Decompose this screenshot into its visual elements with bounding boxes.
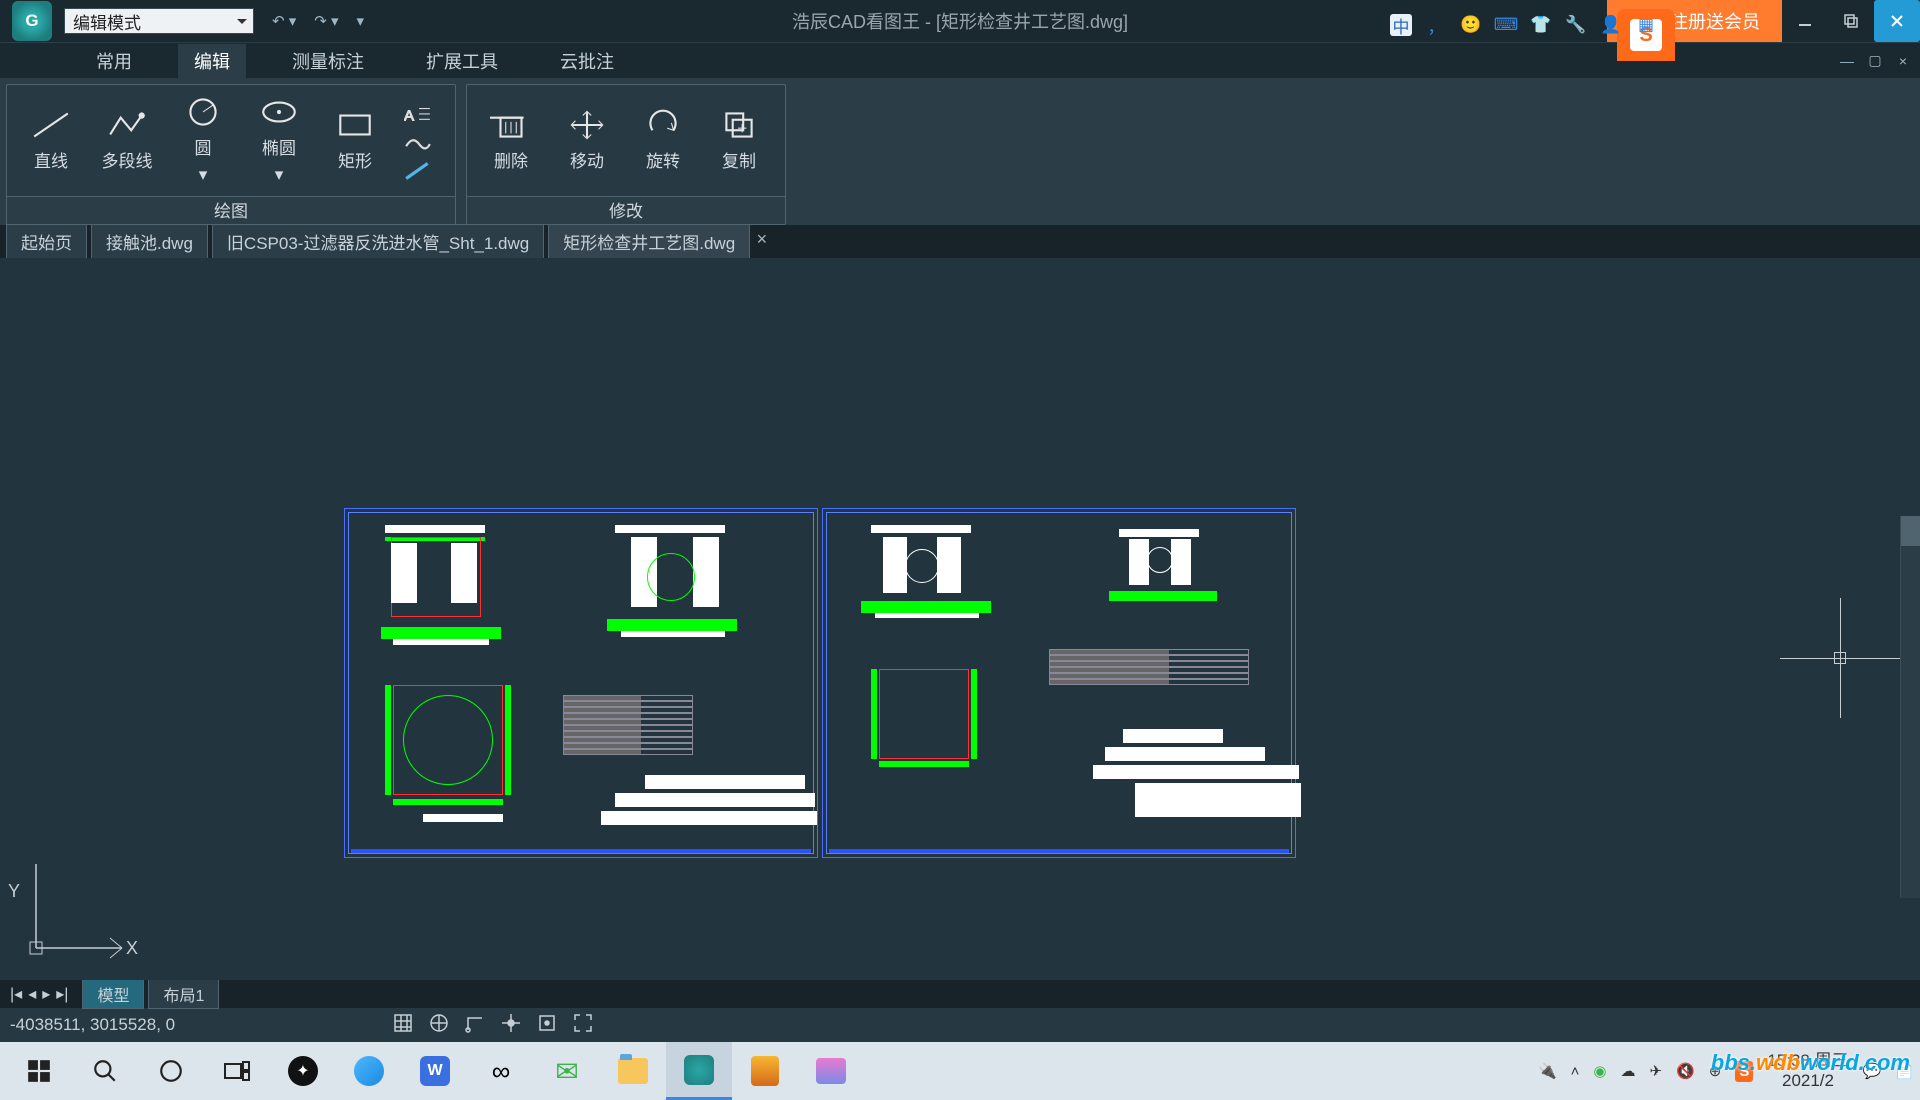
- ucs-x-label: X: [126, 938, 138, 958]
- ucs-icon: X: [22, 852, 142, 962]
- ucs-y-label: Y: [8, 881, 20, 902]
- tab-cloud[interactable]: 云批注: [544, 44, 630, 78]
- tray-user-icon[interactable]: 👤: [1600, 14, 1622, 36]
- doctab-3[interactable]: 矩形检查井工艺图.dwg: [548, 224, 750, 258]
- watermark: bbs.wdbworld.com: [1711, 1050, 1910, 1076]
- tray-usb-icon[interactable]: 🔌: [1538, 1062, 1557, 1080]
- ime-lang[interactable]: 中: [1390, 14, 1412, 36]
- document-tabs: 起始页 接触池.dwg 旧CSP03-过滤器反洗进水管_Sht_1.dwg 矩形…: [0, 226, 1920, 258]
- undo-button[interactable]: ↶ ▾: [272, 12, 296, 30]
- ribbon-minimize-icon[interactable]: —: [1836, 52, 1858, 70]
- tray-airplane-icon[interactable]: ✈: [1649, 1062, 1662, 1080]
- taskbar-app-wps[interactable]: W: [402, 1042, 468, 1100]
- fullscreen-toggle[interactable]: [572, 1012, 594, 1039]
- vertical-scrollbar[interactable]: [1900, 516, 1920, 898]
- tab-measure[interactable]: 测量标注: [276, 44, 380, 78]
- tray-grid-icon[interactable]: ▦: [1635, 14, 1657, 36]
- tool-move[interactable]: 移动: [549, 109, 625, 172]
- ribbon-close-icon[interactable]: ×: [1892, 52, 1914, 70]
- redo-button[interactable]: ↷ ▾: [314, 12, 338, 30]
- mode-combobox[interactable]: 编辑模式: [64, 8, 254, 34]
- status-bar: -4038511, 3015528, 0: [0, 1008, 1920, 1042]
- taskbar-app-gstarcad[interactable]: [666, 1042, 732, 1100]
- layout-nav-next[interactable]: ▸: [42, 984, 50, 1004]
- tool-circle[interactable]: 圆 ▾: [165, 96, 241, 185]
- minimize-button[interactable]: [1782, 0, 1828, 42]
- panel-modify-title: 修改: [467, 196, 785, 224]
- tray-tool-icon[interactable]: 🔧: [1565, 14, 1587, 36]
- polar-toggle[interactable]: [500, 1012, 522, 1039]
- drawing-table-1: [563, 695, 693, 755]
- tool-rect[interactable]: 矩形: [317, 109, 393, 172]
- panel-draw: 直线 多段线 圆 ▾ 椭圆 ▾ 矩形 A 绘图: [6, 84, 456, 225]
- taskbar-app-explorer[interactable]: [600, 1042, 666, 1100]
- drawing-canvas[interactable]: Y X: [0, 258, 1920, 980]
- tool-copy[interactable]: 复制: [701, 109, 777, 172]
- tab-home[interactable]: 常用: [80, 44, 148, 78]
- tool-extra[interactable]: A: [393, 101, 443, 181]
- layout-nav-first[interactable]: |◂: [10, 984, 22, 1004]
- svg-text:A: A: [404, 107, 415, 124]
- taskbar-app-wechat[interactable]: ✉: [534, 1042, 600, 1100]
- app-icon: G: [12, 1, 52, 41]
- doctab-start[interactable]: 起始页: [6, 224, 87, 258]
- drawing-sheet-2: [822, 508, 1296, 858]
- panel-modify: 删除 移动 旋转 复制 修改: [466, 84, 786, 225]
- taskbar-app-baidu[interactable]: ∞: [468, 1042, 534, 1100]
- windows-taskbar: ✦ W ∞ ✉ 🔌 ˄ ◉ ☁ ✈ 🔇 ⊕ S 15:38 周三 2021/2 …: [0, 1042, 1920, 1100]
- start-button[interactable]: [6, 1042, 72, 1100]
- window-title: 浩辰CAD看图王 - [矩形检查井工艺图.dwg]: [792, 8, 1128, 34]
- tray-overflow-icon[interactable]: ˄: [1571, 1063, 1580, 1080]
- tray-keyboard-icon[interactable]: ⌨: [1495, 14, 1517, 36]
- doctab-1[interactable]: 接触池.dwg: [91, 224, 208, 258]
- taskbar-app-5[interactable]: [732, 1042, 798, 1100]
- ortho-toggle[interactable]: [464, 1012, 486, 1039]
- tray-punct[interactable]: ，: [1425, 14, 1447, 36]
- layout-nav-prev[interactable]: ◂: [28, 984, 36, 1004]
- tool-ellipse[interactable]: 椭圆 ▾: [241, 96, 317, 185]
- ribbon-panel: 直线 多段线 圆 ▾ 椭圆 ▾ 矩形 A 绘图 删除 移动 旋转 复制 修改: [0, 78, 1920, 226]
- coordinates-readout: -4038511, 3015528, 0: [10, 1015, 175, 1035]
- doctab-2[interactable]: 旧CSP03-过滤器反洗进水管_Sht_1.dwg: [212, 224, 544, 258]
- floating-tray: 中 ， 🙂 ⌨ 👕 🔧 👤 ▦: [1390, 14, 1657, 36]
- panel-draw-title: 绘图: [7, 196, 455, 224]
- search-button[interactable]: [72, 1042, 138, 1100]
- qat-more[interactable]: ▾: [357, 12, 365, 30]
- ribbon-restore-icon[interactable]: ▢: [1864, 52, 1886, 70]
- snap-toggle[interactable]: [428, 1012, 450, 1039]
- layout-tab-model[interactable]: 模型: [82, 979, 144, 1009]
- tab-edit[interactable]: 编辑: [178, 44, 246, 78]
- tray-skin-icon[interactable]: 👕: [1530, 14, 1552, 36]
- tool-line[interactable]: 直线: [13, 109, 89, 172]
- close-button[interactable]: [1874, 0, 1920, 42]
- taskview-button[interactable]: [204, 1042, 270, 1100]
- quick-access-toolbar: ↶ ▾ ↷ ▾ ▾: [272, 12, 364, 30]
- layout-tab-layout1[interactable]: 布局1: [148, 979, 219, 1009]
- taskbar-app-6[interactable]: [798, 1042, 864, 1100]
- taskbar-app-2[interactable]: [336, 1042, 402, 1100]
- taskbar-app-1[interactable]: ✦: [270, 1042, 336, 1100]
- tray-emoji[interactable]: 🙂: [1460, 14, 1482, 36]
- grid-toggle[interactable]: [392, 1012, 414, 1039]
- cortana-button[interactable]: [138, 1042, 204, 1100]
- tool-delete[interactable]: 删除: [473, 109, 549, 172]
- tray-security-icon[interactable]: ◉: [1593, 1062, 1606, 1080]
- tab-extend[interactable]: 扩展工具: [410, 44, 514, 78]
- drawing-sheet-1: [344, 508, 818, 858]
- tray-weather-icon[interactable]: ☁: [1620, 1062, 1635, 1080]
- layout-tabs: |◂ ◂ ▸ ▸| 模型 布局1: [0, 980, 1920, 1008]
- osnap-toggle[interactable]: [536, 1012, 558, 1039]
- drawing-table-2: [1049, 649, 1249, 685]
- tool-rotate[interactable]: 旋转: [625, 109, 701, 172]
- layout-nav-last[interactable]: ▸|: [56, 984, 68, 1004]
- tray-volume-icon[interactable]: 🔇: [1676, 1062, 1695, 1080]
- tool-polyline[interactable]: 多段线: [89, 109, 165, 172]
- maximize-button[interactable]: [1828, 0, 1874, 42]
